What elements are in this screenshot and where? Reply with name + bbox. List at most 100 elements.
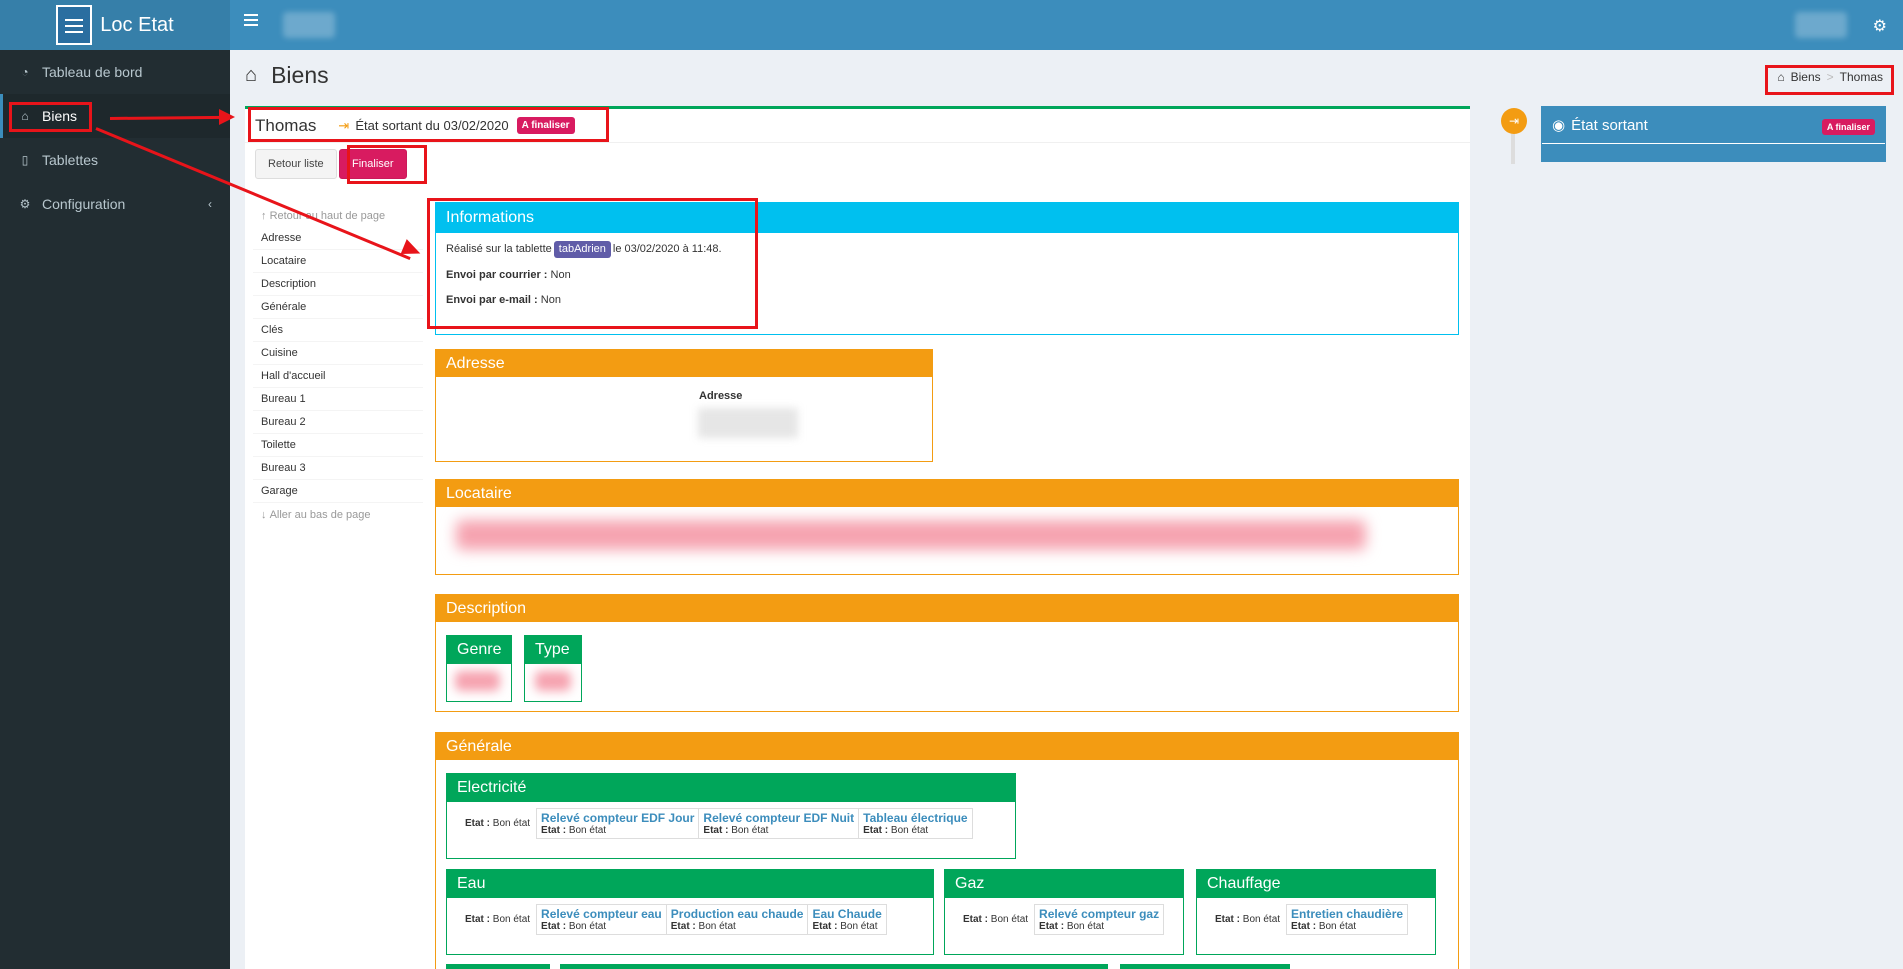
gaz-box: Gaz Etat : Bon état Relevé compteur gaz Et…	[944, 869, 1184, 955]
back-to-list-button[interactable]: Retour liste	[255, 149, 337, 179]
item-compteur-eau[interactable]: Relevé compteur eau Etat : Bon état	[536, 904, 667, 935]
toc-item[interactable]: Bureau 1	[253, 388, 423, 411]
tablet-tag: tabAdrien	[553, 241, 611, 258]
eau-title: Eau	[447, 870, 933, 898]
item-production-eau-chaude[interactable]: Production eau chaude Etat : Bon état	[665, 904, 809, 935]
menu-toggle-icon[interactable]	[244, 14, 258, 28]
toc-item[interactable]: Hall d'accueil	[253, 365, 423, 388]
courrier-value: Non	[550, 269, 571, 281]
panel-header: Thomas ⇥ État sortant du 03/02/2020 A fi…	[245, 109, 1470, 143]
gaz-items: Etat : Bon état Relevé compteur gaz Etat :…	[945, 898, 1183, 935]
adresse-blurred	[698, 408, 798, 438]
app-name: Loc Etat	[100, 13, 174, 36]
dashboard-icon: ◔	[21, 65, 29, 79]
tablet-icon: ▯	[21, 153, 29, 167]
toc-item[interactable]: Bureau 2	[253, 411, 423, 434]
adresse-box: Adresse Adresse	[435, 349, 933, 462]
gaz-title: Gaz	[945, 870, 1183, 898]
next-box-edge	[446, 964, 550, 969]
timeline-title: État sortant	[1571, 116, 1648, 134]
page-title: ⌂ Biens	[245, 62, 329, 89]
email-label: Envoi par e-mail :	[446, 294, 538, 306]
chauffage-items: Etat : Bon état Entretien chaudière Etat :…	[1197, 898, 1435, 935]
type-title: Type	[525, 636, 581, 664]
chevron-left-icon: ‹	[208, 197, 212, 211]
home-icon: ⌂	[245, 64, 258, 86]
toc-item[interactable]: Générale	[253, 296, 423, 319]
breadcrumb-biens[interactable]: Biens	[1791, 70, 1821, 84]
sidebar-item-label: Biens	[42, 108, 78, 124]
sidebar: ◔ Tableau de bord ⌂ Biens ▯ Tablettes ⚙ …	[0, 50, 230, 969]
toc-item[interactable]: Cuisine	[253, 342, 423, 365]
toc-item[interactable]: Description	[253, 273, 423, 296]
item-tableau-electrique[interactable]: Tableau électrique Etat : Bon état	[858, 808, 973, 839]
next-box-edge	[1120, 964, 1290, 969]
top-navbar: Loc Etat ⚙	[0, 0, 1903, 50]
sidebar-item-tablettes[interactable]: ▯ Tablettes	[0, 138, 230, 182]
locataire-box: Locataire	[435, 479, 1459, 575]
informations-box: Informations Réalisé sur la tablette tab…	[435, 202, 1459, 335]
description-title: Description	[436, 595, 1458, 622]
etat-sortant-info: ⇥ État sortant du 03/02/2020 A finaliser	[338, 117, 575, 134]
sign-out-icon: ⇥	[1501, 108, 1527, 134]
eau-etat: Etat : Bon état	[465, 914, 531, 925]
chauffage-etat: Etat : Bon état	[1215, 914, 1281, 925]
item-eau-chaude[interactable]: Eau Chaude Etat : Bon état	[807, 904, 887, 935]
type-blurred	[535, 671, 571, 691]
adresse-label: Adresse	[699, 390, 743, 402]
electricite-items: Etat : Bon état Relevé compteur EDF Jour E…	[447, 802, 1015, 839]
informations-title: Informations	[436, 203, 1458, 233]
home-icon: ⌂	[21, 109, 29, 123]
informations-body: Réalisé sur la tablette tabAdrien le 03/…	[436, 233, 1458, 314]
courrier-label: Envoi par courrier :	[446, 269, 548, 281]
timeline-card[interactable]: ◉ État sortant A finaliser	[1541, 106, 1886, 162]
home-icon: ⌂	[1777, 70, 1785, 84]
electricite-title: Electricité	[447, 774, 1015, 802]
sidebar-item-label: Tablettes	[42, 152, 99, 168]
app-logo[interactable]: Loc Etat	[0, 0, 230, 50]
user-menu-blurred[interactable]	[1795, 12, 1847, 38]
next-box-edge	[560, 964, 1108, 969]
eau-items: Etat : Bon état Relevé compteur eau Etat :…	[447, 898, 933, 935]
logo-icon	[56, 5, 93, 45]
sign-out-icon: ⇥	[338, 117, 350, 133]
breadcrumb: ⌂ Biens > Thomas	[1777, 70, 1883, 84]
sidebar-item-label: Configuration	[42, 196, 126, 212]
toc-item[interactable]: Garage	[253, 480, 423, 503]
info-suffix: le 03/02/2020 à 11:48.	[612, 243, 722, 255]
type-box: Type	[524, 635, 582, 702]
annotation-arrow-head	[219, 109, 235, 125]
page-title-text: Biens	[271, 62, 329, 88]
item-compteur-gaz[interactable]: Relevé compteur gaz Etat : Bon état	[1034, 904, 1165, 935]
timeline-line	[1511, 134, 1515, 164]
toc-bottom-link[interactable]: ↓ Aller au bas de page	[253, 503, 423, 526]
locataire-title: Locataire	[436, 480, 1458, 507]
toc-top-link[interactable]: ↑ Retour au haut de page	[253, 204, 423, 227]
timeline-status-badge: A finaliser	[1821, 119, 1875, 135]
electricite-etat: Etat : Bon état	[465, 818, 531, 829]
item-edf-jour[interactable]: Relevé compteur EDF Jour Etat : Bon état	[536, 808, 700, 839]
generale-box: Générale Electricité Etat : Bon état Rele…	[435, 732, 1459, 969]
genre-blurred	[455, 671, 500, 691]
status-badge: A finaliser	[516, 117, 575, 134]
blurred-element	[283, 12, 335, 38]
gaz-etat: Etat : Bon état	[963, 914, 1029, 925]
finalize-button[interactable]: Finaliser	[339, 149, 407, 179]
electricite-box: Electricité Etat : Bon état Relevé compte…	[446, 773, 1016, 859]
etat-text: État sortant du 03/02/2020	[355, 118, 509, 133]
gears-icon: ⚙	[19, 197, 31, 211]
toc-item[interactable]: Clés	[253, 319, 423, 342]
description-box: Description Genre Type	[435, 594, 1459, 712]
info-prefix: Réalisé sur la tablette	[446, 243, 552, 255]
toc-item[interactable]: Bureau 3	[253, 457, 423, 480]
breadcrumb-thomas: Thomas	[1839, 70, 1883, 84]
chauffage-box: Chauffage Etat : Bon état Entretien chaud…	[1196, 869, 1436, 955]
toc-item[interactable]: Toilette	[253, 434, 423, 457]
eau-box: Eau Etat : Bon état Relevé compteur eau Et…	[446, 869, 934, 955]
sidebar-item-configuration[interactable]: ⚙ Configuration ‹	[0, 182, 230, 226]
item-entretien-chaudiere[interactable]: Entretien chaudière Etat : Bon état	[1286, 904, 1409, 935]
settings-gears-icon[interactable]: ⚙	[1873, 16, 1887, 36]
item-edf-nuit[interactable]: Relevé compteur EDF Nuit Etat : Bon état	[698, 808, 860, 839]
email-value: Non	[540, 294, 561, 306]
sidebar-item-tableau-de-bord[interactable]: ◔ Tableau de bord	[0, 50, 230, 94]
